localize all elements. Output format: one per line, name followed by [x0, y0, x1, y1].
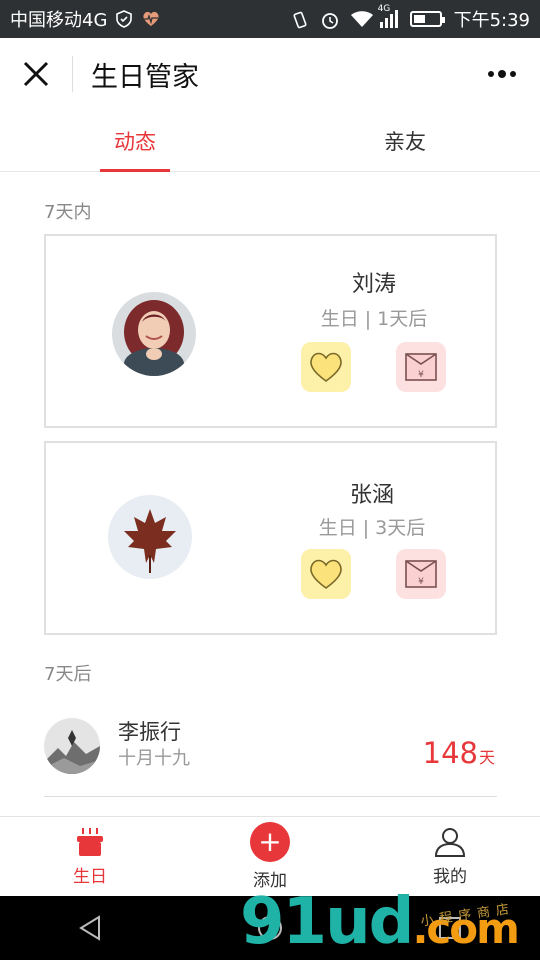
tabbar-label: 我的: [433, 867, 467, 887]
signal-bar-icon: [379, 22, 383, 28]
avatar: [44, 718, 100, 774]
svg-text:¥: ¥: [418, 577, 424, 587]
heart-icon: [310, 559, 342, 589]
carrier-label: 中国移动4G: [10, 10, 108, 31]
birthday-card[interactable]: 刘涛 生日 | 1天后 ¥: [44, 234, 497, 428]
tab-bar: 动态 亲友: [0, 110, 540, 172]
signal-bar-icon: [389, 14, 393, 28]
red-packet-icon: ¥: [405, 560, 437, 588]
tabbar-item-mine[interactable]: 我的: [360, 817, 540, 896]
close-icon: [23, 61, 49, 87]
birthday-card[interactable]: 张涵 生日 | 3天后 ¥: [44, 441, 497, 635]
birthday-countdown: 生日 | 1天后: [320, 308, 428, 330]
alarm-icon: [320, 10, 338, 29]
vibrate-icon: [290, 10, 308, 29]
svg-text:¥: ¥: [418, 370, 424, 380]
tab-dynamics[interactable]: 动态: [0, 110, 270, 171]
header-divider: [72, 56, 73, 92]
tab-friends[interactable]: 亲友: [270, 110, 540, 171]
send-blessing-button[interactable]: [301, 342, 351, 392]
send-red-packet-button[interactable]: ¥: [396, 342, 446, 392]
red-packet-icon: ¥: [405, 353, 437, 381]
back-triangle-icon: [79, 915, 100, 941]
more-dot-icon: [510, 71, 516, 77]
more-options-button[interactable]: [482, 54, 522, 94]
avatar: [108, 495, 192, 579]
send-red-packet-button[interactable]: ¥: [396, 549, 446, 599]
app-header: 生日管家: [0, 38, 540, 110]
status-bar: 中国移动4G 4G 下午5:39: [0, 0, 540, 38]
days-number: 148: [422, 736, 478, 770]
bottom-tab-bar: 生日 + 添加 我的: [0, 816, 540, 896]
network-type-label: 4G: [377, 4, 391, 14]
home-button[interactable]: [240, 898, 300, 958]
birthday-countdown: 生日 | 3天后: [318, 517, 426, 539]
clock-label: 下午5:39: [453, 10, 530, 31]
section-label-within-7-days: 7天内: [44, 202, 92, 223]
signal-bar-icon: [394, 10, 398, 28]
contact-name: 刘涛: [351, 272, 396, 297]
days-remaining: 148 天: [423, 736, 495, 770]
wifi-icon: [350, 10, 373, 28]
send-blessing-button[interactable]: [301, 549, 351, 599]
page-title: 生日管家: [91, 61, 199, 93]
tabbar-item-birthday[interactable]: 生日: [0, 817, 180, 896]
heart-icon: [310, 352, 342, 382]
battery-icon: [409, 11, 445, 27]
close-button[interactable]: [0, 38, 72, 110]
section-label-after-7-days: 7天后: [44, 664, 92, 685]
signal-bar-icon: [384, 18, 388, 28]
tabbar-label: 生日: [73, 867, 107, 887]
contact-name: 张涵: [349, 483, 394, 508]
days-unit: 天: [478, 748, 495, 767]
more-dot-icon: [488, 71, 494, 77]
back-button[interactable]: [60, 898, 120, 958]
heart-rate-icon: [141, 10, 159, 28]
more-dot-icon: [498, 70, 506, 78]
avatar: [112, 292, 196, 376]
lunar-date: 十月十九: [118, 748, 190, 769]
home-circle-icon: [258, 916, 282, 940]
contact-name: 李振行: [118, 720, 181, 744]
plus-circle-icon: +: [250, 822, 290, 862]
signal-indicator: 4G: [378, 4, 398, 28]
tabbar-item-add[interactable]: + 添加: [180, 817, 360, 896]
user-icon: [434, 828, 466, 857]
list-item[interactable]: 李振行 十月十九 148 天: [44, 702, 497, 797]
shield-icon: [115, 10, 133, 28]
birthday-cake-icon: [77, 828, 103, 856]
tabbar-label: 添加: [253, 871, 287, 891]
